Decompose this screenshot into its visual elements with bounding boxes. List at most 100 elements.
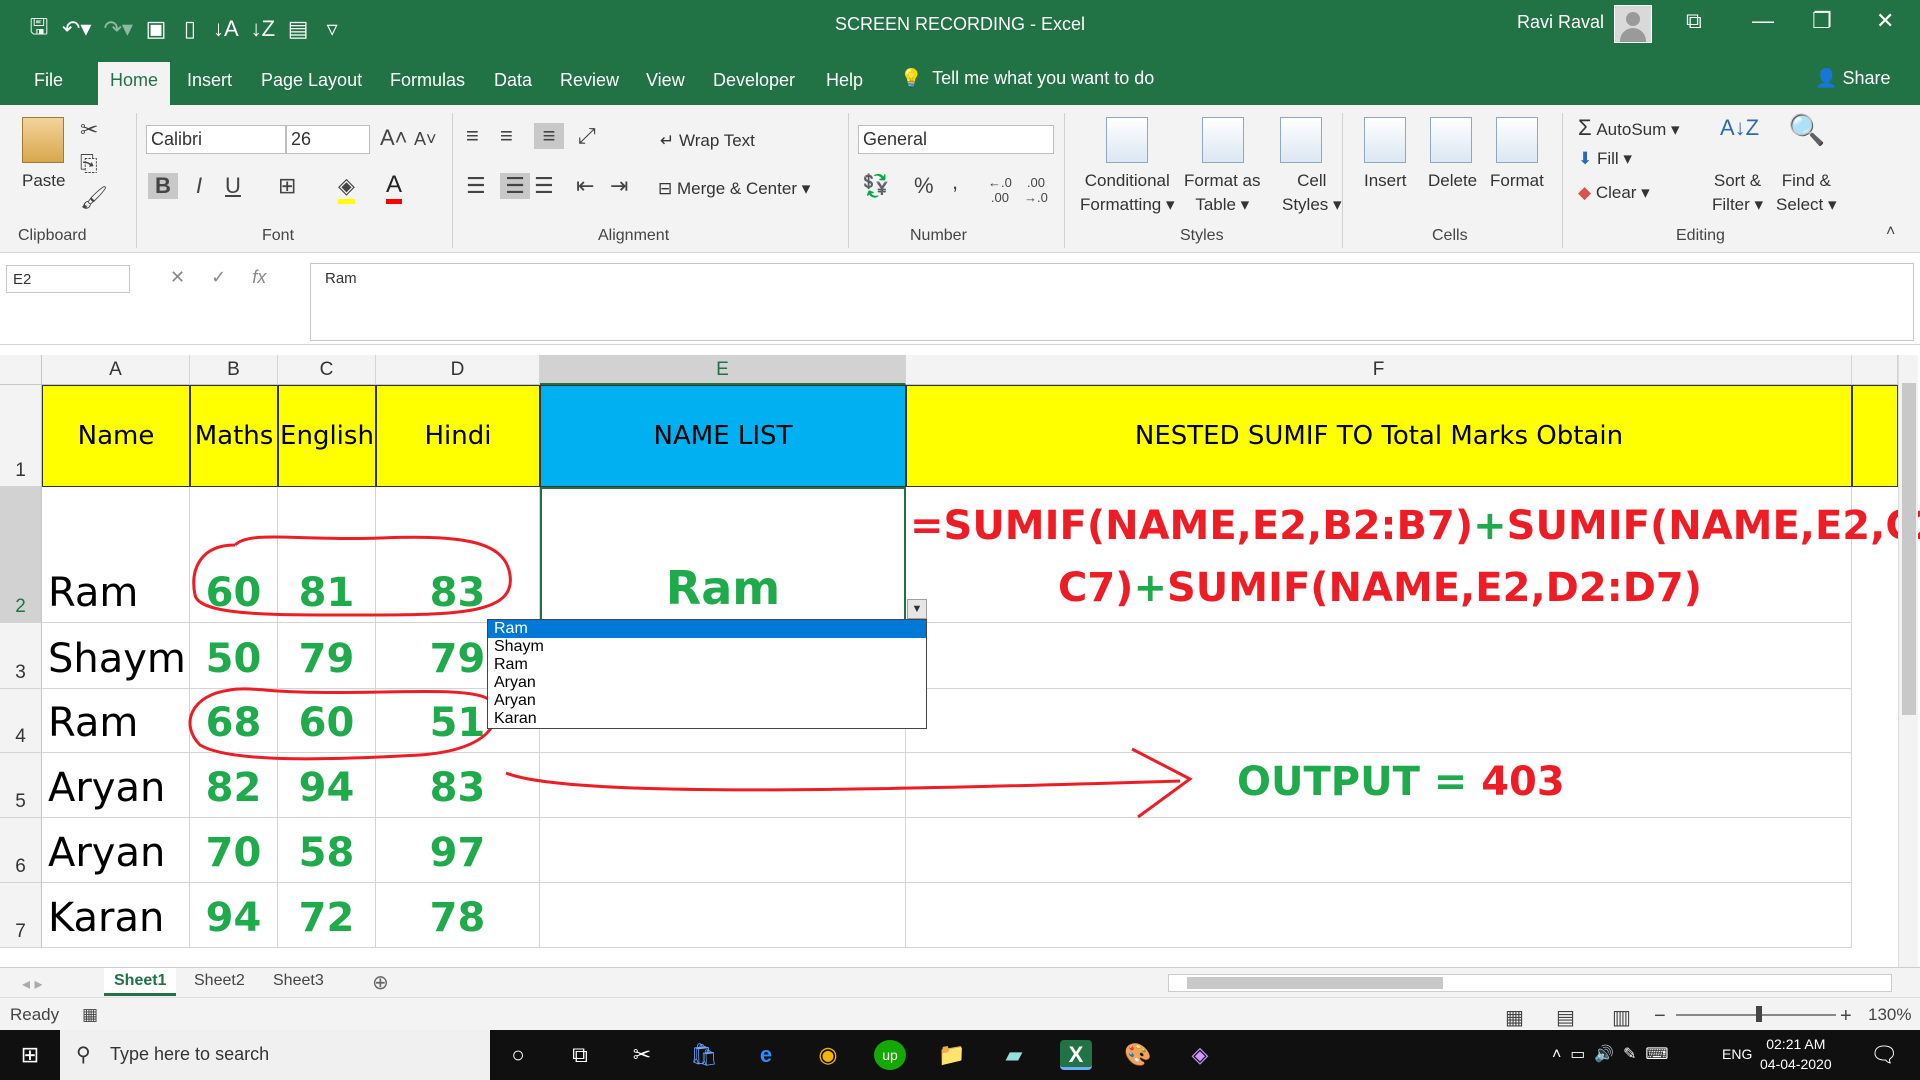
zoom-out-icon[interactable]: − [1654, 1005, 1666, 1028]
fill-button[interactable]: ⬇ Fill ▾ [1578, 149, 1632, 169]
conditional-formatting-icon[interactable] [1106, 117, 1148, 163]
chrome-icon[interactable]: ◉ [812, 1040, 844, 1070]
normal-view-icon[interactable]: ▦ [1505, 1005, 1524, 1030]
italic-button[interactable]: I [186, 173, 212, 199]
windows-start-icon[interactable]: ⊞ [14, 1040, 46, 1070]
dropdown-item[interactable]: Aryan [488, 692, 926, 710]
dropdown-item[interactable]: Aryan [488, 674, 926, 692]
task-view-icon[interactable]: ⧉ [564, 1040, 596, 1070]
find-icon[interactable]: 🔍 [1788, 113, 1825, 148]
insert-cells-button[interactable]: Insert [1364, 171, 1407, 191]
sheet-tab-2[interactable]: Sheet2 [184, 968, 255, 996]
format-as-table-icon[interactable] [1202, 117, 1244, 163]
format-painter-icon[interactable]: 🖌 [80, 185, 108, 211]
increase-indent-icon[interactable]: ⇥ [610, 173, 628, 199]
page-break-view-icon[interactable]: ▥ [1612, 1005, 1631, 1030]
cell-styles-icon[interactable] [1280, 117, 1322, 163]
upwork-icon[interactable]: up [874, 1040, 906, 1070]
autosum-button[interactable]: Σ AutoSum ▾ [1578, 115, 1680, 141]
align-left-icon[interactable]: ☰ [466, 173, 486, 199]
save-icon[interactable]: 🖫 [28, 10, 50, 48]
sheet-tab-1[interactable]: Sheet1 [104, 968, 177, 996]
tray-icons[interactable]: ˄ ▭ 🔊 ✎ ⌨ [1552, 1044, 1668, 1064]
page-layout-view-icon[interactable]: ▤ [1556, 1005, 1575, 1030]
close-icon[interactable]: ✕ [1876, 8, 1894, 34]
sort-filter-button[interactable]: Sort & Filter ▾ [1712, 169, 1763, 217]
borders-icon[interactable]: ⊞ [278, 173, 296, 199]
formula-input[interactable]: Ram [310, 263, 1914, 341]
underline-button[interactable]: U [220, 173, 246, 199]
scroll-tabs-left-icon[interactable]: ◂ ▸ [22, 974, 43, 994]
bold-button[interactable]: B [148, 173, 178, 199]
font-name-select[interactable]: Calibri [146, 125, 286, 154]
sort-descending-icon[interactable]: ↓Z [251, 16, 275, 42]
merge-center-button[interactable]: ⊟ Merge & Center ▾ [658, 179, 810, 199]
decrease-font-icon[interactable]: A˅ [414, 129, 437, 150]
sort-ascending-icon[interactable]: ↓A [213, 16, 239, 42]
language-indicator[interactable]: ENG [1722, 1046, 1752, 1062]
tab-data[interactable]: Data [494, 70, 532, 91]
font-color-icon[interactable]: A [386, 171, 403, 204]
increase-font-icon[interactable]: A˄ [380, 125, 408, 151]
align-center-icon[interactable]: ☰ [500, 173, 530, 199]
tab-file[interactable]: File [34, 70, 63, 91]
paste-button[interactable]: Paste [22, 171, 65, 191]
tab-home[interactable]: Home [98, 62, 171, 105]
insert-cells-icon[interactable] [1364, 117, 1406, 163]
taskbar-search-input[interactable]: ⚲ Type here to search [60, 1030, 490, 1080]
user-name[interactable]: Ravi Raval [1517, 12, 1604, 33]
align-right-icon[interactable]: ☰ [534, 173, 554, 199]
tab-help[interactable]: Help [826, 70, 863, 91]
insert-function-icon[interactable]: fx [252, 267, 266, 288]
store-icon[interactable]: 🛍 [688, 1040, 720, 1070]
share-button[interactable]: 👤 Share [1815, 68, 1890, 89]
system-clock[interactable]: 02:21 AM 04-04-2020 [1760, 1034, 1832, 1074]
dropdown-item[interactable]: Ram [488, 656, 926, 674]
zoom-in-icon[interactable]: + [1840, 1005, 1852, 1028]
name-box[interactable]: E2 [6, 265, 130, 293]
comma-style-button[interactable]: , [952, 169, 958, 195]
dropdown-item[interactable]: Shaym [488, 638, 926, 656]
tab-developer[interactable]: Developer [713, 70, 795, 91]
tab-view[interactable]: View [646, 70, 685, 91]
copy-icon[interactable]: ⎘ [80, 151, 98, 177]
paste-icon[interactable] [22, 117, 64, 163]
avatar[interactable] [1614, 5, 1652, 43]
format-as-table-button[interactable]: Format as Table ▾ [1184, 169, 1261, 217]
delete-cells-button[interactable]: Delete [1428, 171, 1477, 191]
align-bottom-icon[interactable]: ≡ [534, 123, 564, 149]
accounting-format-icon[interactable]: 💱 [862, 173, 889, 199]
format-cells-icon[interactable] [1496, 117, 1538, 163]
cut-icon[interactable]: ✂ [80, 117, 98, 143]
form-icon[interactable]: ▤ [287, 16, 309, 42]
notes-icon[interactable]: ▰ [998, 1040, 1030, 1070]
font-size-select[interactable]: 26 [286, 125, 370, 154]
decrease-indent-icon[interactable]: ⇤ [576, 173, 594, 199]
number-format-select[interactable]: General [858, 125, 1054, 154]
cell-styles-button[interactable]: Cell Styles ▾ [1282, 169, 1342, 217]
zoom-slider-handle[interactable] [1756, 1006, 1762, 1022]
enter-icon[interactable]: ✓ [211, 267, 226, 288]
horizontal-scroll-thumb[interactable] [1187, 977, 1443, 989]
cancel-icon[interactable]: ✕ [170, 267, 185, 288]
sort-filter-icon[interactable]: A↓Z [1720, 115, 1759, 141]
collapse-ribbon-icon[interactable]: ˄ [1886, 223, 1895, 241]
add-sheet-icon[interactable]: ⊕ [372, 970, 389, 995]
snip-icon[interactable]: ✂ [626, 1040, 658, 1070]
align-middle-icon[interactable]: ≡ [500, 123, 513, 149]
redo-icon[interactable]: ↷▾ [103, 16, 132, 42]
zoom-level[interactable]: 130% [1868, 1005, 1911, 1025]
tab-review[interactable]: Review [560, 70, 619, 91]
customize-qat-icon[interactable]: ▿ [321, 16, 343, 42]
find-select-button[interactable]: Find & Select ▾ [1776, 169, 1837, 217]
fill-color-icon[interactable]: ◈ [338, 173, 355, 204]
sheet-tab-3[interactable]: Sheet3 [263, 968, 334, 996]
percent-style-button[interactable]: % [914, 173, 934, 199]
tell-me-box[interactable]: 💡 Tell me what you want to do [900, 68, 1154, 89]
wrap-text-button[interactable]: ↵ Wrap Text [660, 131, 755, 151]
orientation-icon[interactable]: ⤢ [578, 123, 596, 149]
clear-button[interactable]: ◆ Clear ▾ [1578, 183, 1650, 203]
decrease-decimal-icon[interactable]: .00 →.0 [1024, 175, 1048, 205]
new-file-icon[interactable]: ▯ [179, 16, 201, 42]
dropdown-item[interactable]: Ram [488, 620, 926, 638]
